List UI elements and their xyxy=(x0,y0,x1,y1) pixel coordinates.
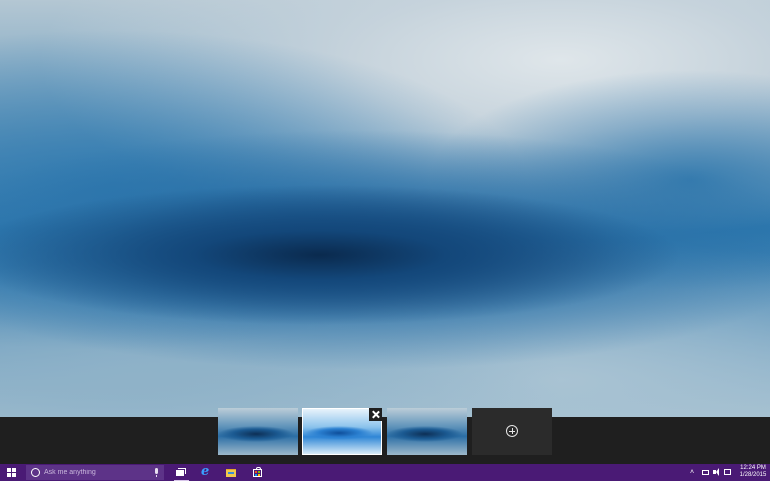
edge-browser-icon[interactable]: e xyxy=(199,464,212,479)
windows-logo-icon xyxy=(7,468,16,477)
desktop-wallpaper xyxy=(0,0,770,417)
show-hidden-icons-chevron-icon[interactable]: ˄ xyxy=(690,467,694,478)
folder-icon[interactable] xyxy=(225,466,238,479)
taskbar: e ˄ 12:24 PM 1/28/2015 xyxy=(0,464,770,481)
task-view-icon[interactable] xyxy=(175,466,188,479)
desktop-thumbnail-image xyxy=(218,408,298,455)
store-bag-glyph xyxy=(253,467,262,477)
volume-icon[interactable] xyxy=(713,467,721,478)
new-desktop-button[interactable] xyxy=(472,408,552,455)
network-icon[interactable] xyxy=(702,470,709,475)
windows-desktop-screen: e ˄ 12:24 PM 1/28/2015 xyxy=(0,0,770,481)
cortana-search-box[interactable] xyxy=(26,465,164,480)
plus-circle-icon xyxy=(506,425,518,437)
folder-glyph xyxy=(226,469,236,477)
virtual-desktops-bar xyxy=(0,417,770,464)
close-desktop-icon[interactable] xyxy=(369,408,382,421)
clock[interactable]: 12:24 PM 1/28/2015 xyxy=(737,465,769,479)
clock-date: 1/28/2015 xyxy=(739,472,767,478)
desktop-thumbnail-3[interactable] xyxy=(387,408,467,455)
desktop-thumbnail-image xyxy=(387,408,467,455)
desktop-thumbnail-1[interactable] xyxy=(218,408,298,455)
store-bag-icon[interactable] xyxy=(251,466,264,479)
start-button[interactable] xyxy=(0,464,24,481)
action-center-icon[interactable] xyxy=(724,469,731,475)
clock-time: 12:24 PM xyxy=(740,465,766,471)
microphone-icon[interactable] xyxy=(155,468,158,477)
cortana-circle-icon xyxy=(31,468,40,477)
search-input[interactable] xyxy=(44,465,144,480)
edge-glyph: e xyxy=(201,464,210,479)
